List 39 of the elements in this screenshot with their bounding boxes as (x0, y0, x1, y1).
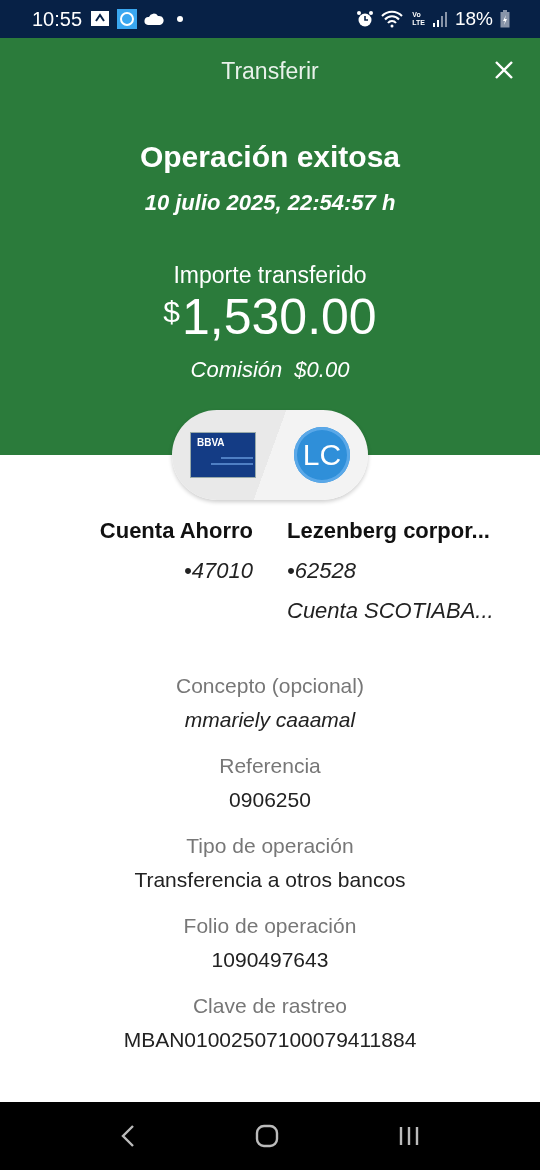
battery-percent: 18% (454, 8, 493, 30)
account-name: Cuenta Ahorro (99, 518, 253, 544)
fee-label: Comisión (190, 357, 283, 383)
account-bank: Cuenta SCOTIABA... (287, 598, 494, 624)
screen-title: Transferir (221, 57, 319, 85)
detail-label: Folio de operación (183, 914, 357, 938)
status-time: 10:55 (32, 7, 83, 31)
close-icon[interactable] (494, 60, 514, 80)
detail-label: Referencia (219, 754, 321, 778)
detail-value: MBAN01002507100079411884 (123, 1028, 417, 1052)
detail-value: Transferencia a otros bancos (134, 868, 406, 892)
recents-icon[interactable] (398, 1126, 421, 1146)
signal-icon (431, 11, 448, 27)
amount-value: 1,530.00 (182, 291, 377, 343)
card-stripes-icon (211, 457, 253, 467)
notification-icon (90, 10, 111, 28)
dot-icon (177, 16, 184, 22)
alarm-icon (356, 10, 375, 28)
recipient-avatar: LC (294, 427, 350, 483)
detail-value: 1090497643 (211, 948, 329, 972)
detail-value: 0906250 (229, 788, 311, 812)
app-icon (117, 9, 138, 29)
account-number: •47010 (184, 558, 253, 584)
currency-sign: $ (163, 295, 180, 329)
home-icon[interactable] (255, 1124, 279, 1148)
battery-icon (500, 10, 510, 28)
fee-value: $0.00 (294, 357, 350, 383)
detail-label: Concepto (opcional) (176, 674, 364, 698)
operation-date: 10 julio 2025, 22:54:57 h (144, 190, 396, 216)
account-name: Lezenberg corpor... (287, 518, 490, 544)
detail-value: mmariely caaamal (184, 708, 356, 732)
back-icon[interactable] (119, 1124, 136, 1148)
card-brand: BBVA (197, 437, 225, 448)
account-number: •62528 (287, 558, 356, 584)
cloud-icon (144, 13, 165, 25)
success-title: Operación exitosa (139, 140, 401, 174)
amount-label: Importe transferido (173, 262, 367, 289)
detail-label: Clave de rastreo (192, 994, 348, 1018)
detail-label: Tipo de operación (186, 834, 354, 858)
